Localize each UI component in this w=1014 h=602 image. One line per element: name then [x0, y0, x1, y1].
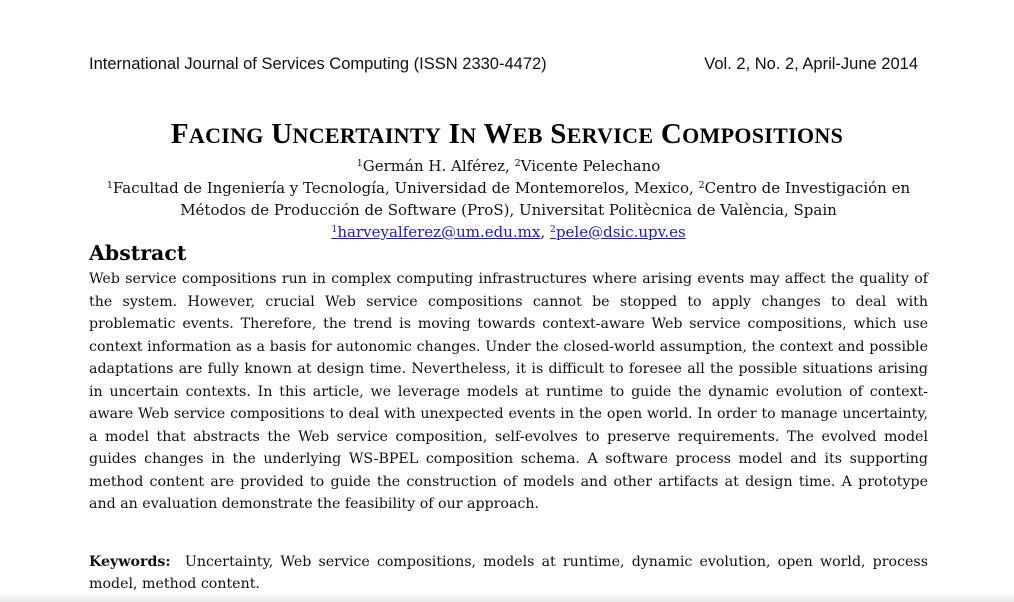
paper-title: FACING UNCERTAINTY IN WEB SERVICE COMPOS…: [170, 118, 844, 150]
abstract-text: Web service compositions run in complex …: [89, 271, 928, 512]
email-link-2[interactable]: 2pele@dsic.upv.es: [550, 223, 686, 241]
author-1: Germán H. Alférez,: [362, 157, 510, 175]
keywords-label: Keywords:: [89, 554, 171, 570]
email-link-1[interactable]: 1harveyalferez@um.edu.mx: [331, 223, 540, 241]
keywords-section: Keywords: Uncertainty, Web service compo…: [89, 551, 928, 595]
author-2: Vicente Pelechano: [520, 157, 661, 175]
author-emails: 1harveyalferez@um.edu.mx, 2pele@dsic.upv…: [331, 223, 686, 241]
affiliation-1: Facultad de Ingeniería y Tecnología, Uni…: [112, 179, 694, 197]
affiliations-line-2: Métodos de Producción de Software (ProS)…: [89, 199, 928, 221]
affiliations-line-1: 1Facultad de Ingeniería y Tecnología, Un…: [106, 179, 911, 197]
keywords-text: Uncertainty, Web service compositions, m…: [89, 554, 928, 592]
author-list: 1Germán H. Alférez, 2Vicente Pelechano: [356, 157, 661, 175]
volume-info: Vol. 2, No. 2, April-June 2014: [704, 55, 918, 73]
journal-name: International Journal of Services Comput…: [89, 55, 547, 73]
affiliation-2-start: Centro de Investigación en: [704, 179, 911, 197]
abstract-heading: Abstract: [89, 241, 187, 265]
page-edge-shadow: [0, 592, 1014, 602]
affiliation-2-rest: Métodos de Producción de Software (ProS)…: [180, 201, 837, 219]
running-header: International Journal of Services Comput…: [89, 55, 918, 74]
